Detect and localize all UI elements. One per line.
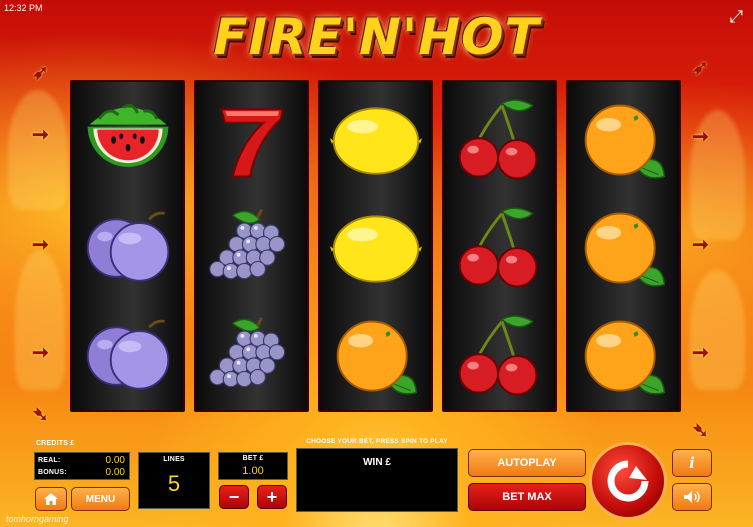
flame-decoration	[690, 270, 745, 390]
autoplay-button[interactable]: AUTOPLAY	[468, 449, 586, 477]
bet-max-button[interactable]: BET MAX	[468, 483, 586, 511]
bet-minus-button[interactable]: −	[219, 485, 249, 509]
game-screen: 12:32 PM ⤢ FIRE'N'HOT ➶ ➞ ➞ ➞ ➴ ➶ ➞ ➞ ➞ …	[0, 0, 753, 527]
lemon-icon	[320, 86, 431, 196]
cherries-icon	[444, 86, 555, 196]
spin-button[interactable]	[589, 442, 667, 520]
home-icon	[44, 493, 58, 505]
reel-1	[70, 80, 185, 412]
seven-icon	[196, 86, 307, 196]
payline-arrow-icon: ➴	[32, 404, 49, 426]
flame-decoration	[8, 90, 68, 210]
orange-icon	[320, 302, 431, 412]
info-button[interactable]: i	[672, 449, 712, 477]
game-logo: FIRE'N'HOT	[213, 8, 540, 66]
bet-plus-button[interactable]: +	[257, 485, 287, 509]
plum-icon	[72, 302, 183, 412]
payline-arrow-icon: ➞	[32, 234, 49, 256]
real-value: 0.00	[105, 455, 125, 466]
bonus-label: BONUS:	[38, 469, 67, 476]
bonus-value: 0.00	[105, 467, 125, 478]
speaker-icon	[684, 491, 700, 503]
payline-arrow-icon: ➶	[32, 62, 49, 84]
flame-decoration	[15, 250, 65, 390]
bet-value: 1.00	[242, 465, 264, 477]
credits-box: REAL: 0.00 BONUS: 0.00	[34, 452, 130, 480]
win-box: WIN £	[296, 448, 458, 512]
payline-arrow-icon: ➶	[692, 57, 709, 79]
sound-button[interactable]	[672, 483, 712, 511]
payline-arrow-icon: ➞	[692, 126, 709, 148]
payline-arrow-icon: ➞	[32, 124, 49, 146]
orange-icon	[568, 302, 679, 412]
grapes-icon	[196, 302, 307, 412]
spin-icon	[607, 460, 649, 502]
win-label: WIN £	[363, 457, 391, 468]
instruction-text: CHOOSE YOUR BET, PRESS SPIN TO PLAY	[306, 438, 448, 445]
reel-4	[442, 80, 557, 412]
reel-2	[194, 80, 309, 412]
cherries-icon	[444, 302, 555, 412]
payline-arrow-icon: ➞	[32, 342, 49, 364]
menu-button[interactable]: MENU	[71, 487, 130, 511]
orange-icon	[568, 86, 679, 196]
reel-3	[318, 80, 433, 412]
reel-5	[566, 80, 681, 412]
watermelon-icon	[72, 86, 183, 196]
payline-arrow-icon: ➞	[692, 234, 709, 256]
plum-icon	[72, 194, 183, 304]
home-button[interactable]	[35, 487, 67, 511]
lines-box[interactable]: LINES 5	[138, 452, 210, 509]
bet-label: BET £	[242, 455, 264, 462]
real-label: REAL:	[38, 457, 61, 464]
provider-watermark: tomhorngaming	[6, 514, 69, 524]
cherries-icon	[444, 194, 555, 304]
grapes-icon	[196, 194, 307, 304]
orange-icon	[568, 194, 679, 304]
payline-arrow-icon: ➴	[692, 420, 709, 442]
payline-arrow-icon: ➞	[692, 342, 709, 364]
bet-box: BET £ 1.00	[218, 452, 288, 480]
lines-label: LINES	[163, 456, 185, 463]
lines-value: 5	[167, 471, 181, 496]
lemon-icon	[320, 194, 431, 304]
credits-label: CREDITS £	[36, 440, 75, 447]
